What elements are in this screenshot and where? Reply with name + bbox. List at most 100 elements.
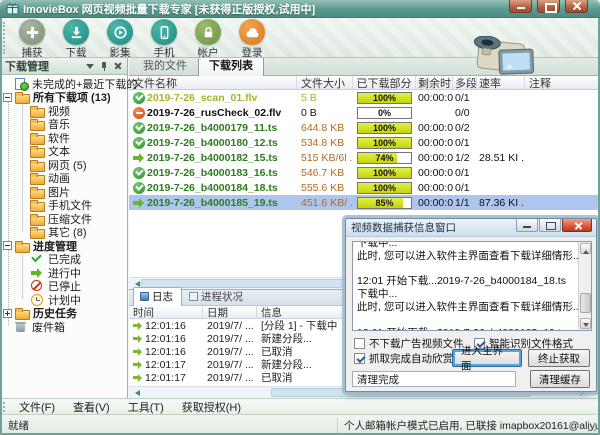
login-button[interactable]: 登录: [230, 18, 274, 58]
close-panel-button[interactable]: [112, 60, 124, 72]
table-row[interactable]: 2019-7-26_b4000182_15.ts 515 KB/6l ... 7…: [129, 150, 600, 165]
plus-icon: [19, 19, 45, 45]
dialog-minimize-button[interactable]: [516, 219, 538, 232]
table-row[interactable]: 2019-7-26_b4000183_16.ts 546.7 KB 100% 0…: [129, 165, 600, 180]
column-header-remaining[interactable]: 剩余时间: [416, 76, 453, 89]
sidebar-download-manager: 下载管理 未完成的+最近下载的 所有下载项 (13) 视频 音乐 软件 文本 网…: [0, 58, 128, 398]
scroll-up-icon[interactable]: [580, 243, 591, 254]
status-downloading-icon: [133, 152, 145, 164]
folder-icon: [30, 172, 44, 184]
dialog-close-button[interactable]: [562, 219, 592, 232]
pin-button[interactable]: [98, 60, 110, 72]
menu-file[interactable]: 文件(F): [10, 399, 64, 415]
collapse-expander[interactable]: [3, 93, 12, 102]
checkbox-auto-play[interactable]: 抓取完成自动欣赏: [354, 351, 453, 366]
album-button[interactable]: 影集: [98, 18, 142, 58]
enter-main-ui-button[interactable]: 进入主界面: [452, 349, 522, 367]
progress-bar: 85%: [357, 197, 412, 209]
toolbar: 捕获 下载 影集 手机 帐户 登录: [0, 18, 600, 58]
download-button[interactable]: 下载: [54, 18, 98, 58]
account-button[interactable]: 帐户: [186, 18, 230, 58]
arrow-right-icon: [30, 267, 44, 279]
column-header-note[interactable]: 注释: [525, 76, 600, 89]
expand-expander[interactable]: [3, 309, 12, 318]
dropdown-arrow-button[interactable]: [84, 60, 96, 72]
trash-icon: [14, 321, 28, 333]
dialog-vertical-scrollbar[interactable]: [578, 242, 591, 330]
scroll-down-icon[interactable]: [580, 318, 591, 329]
stop-capture-button[interactable]: 终止获取: [528, 349, 590, 367]
sidebar-item-recycle-bin[interactable]: 废件箱: [0, 320, 127, 334]
resize-grip[interactable]: [586, 421, 598, 433]
column-header-filename[interactable]: 文件名称: [129, 76, 297, 89]
folder-icon: [15, 307, 29, 319]
menu-get-license[interactable]: 获取授权(H): [173, 399, 250, 415]
recent-downloads-icon: [14, 78, 28, 90]
tab-log[interactable]: 日志: [133, 287, 182, 306]
clean-cache-button[interactable]: 清理缓存: [530, 370, 590, 388]
scrollbar-thumb[interactable]: [580, 293, 591, 313]
menu-grip: [3, 402, 5, 412]
menu-bar: 文件(F) 查看(V) 工具(T) 获取授权(H): [0, 398, 600, 414]
table-row[interactable]: 2019-7-26_scan_01.flv 5 B 100% 00:00:00 …: [129, 90, 600, 105]
folder-icon: [30, 132, 44, 144]
download-tree: 未完成的+最近下载的 所有下载项 (13) 视频 音乐 软件 文本 网页 (5)…: [0, 75, 127, 334]
status-info: 个人邮箱帐户模式已启用, 已联接 imapbox20161@aliyun.com…: [338, 418, 600, 433]
status-ready: 就绪: [0, 418, 338, 433]
table-row[interactable]: 2019-7-26_rusCheck_02.flv 0 B 0% 0/0: [129, 105, 600, 120]
table-row[interactable]: 2019-7-26_b4000180_12.ts 534.8 KB 100% 0…: [129, 135, 600, 150]
folder-icon: [30, 226, 44, 238]
checkbox-no-ads[interactable]: 不下载广告视频文件: [354, 336, 464, 351]
sidebar-title: 下载管理: [5, 58, 82, 74]
menu-view[interactable]: 查看(V): [64, 399, 119, 415]
tab-process-status[interactable]: 进程状况: [182, 287, 252, 305]
checkbox-checked-icon[interactable]: [354, 353, 365, 364]
log-icon: [140, 292, 149, 301]
dialog-maximize-button[interactable]: [539, 219, 561, 232]
table-row[interactable]: 2019-7-26_b4000179_11.ts 644.8 KB 100% 0…: [129, 120, 600, 135]
folder-icon: [15, 240, 29, 252]
dialog-log-lines: 下载中... 此时, 您可以进入软件主界面查看下载详细情形... 12:01 开…: [353, 241, 591, 331]
log-arrow-icon: [133, 373, 143, 383]
table-row-selected[interactable]: 2019-7-26_b4000185_19.ts 451.6 KB/ ... 8…: [129, 195, 600, 210]
column-header-rate[interactable]: 速率: [477, 76, 525, 89]
collapse-expander[interactable]: [3, 241, 12, 250]
close-button[interactable]: [565, 0, 588, 13]
window-border: [0, 16, 2, 435]
play-icon: [107, 19, 133, 45]
toolbar-grip[interactable]: [3, 22, 6, 54]
download-list: 2019-7-26_scan_01.flv 5 B 100% 00:00:00 …: [129, 90, 600, 210]
capture-button[interactable]: 捕获: [10, 18, 54, 58]
menu-tools[interactable]: 工具(T): [119, 399, 173, 415]
check-icon: [30, 253, 44, 265]
progress-bar: 100%: [357, 92, 412, 104]
table-row[interactable]: 2019-7-26_b4000184_18.ts 555.6 KB 100% 0…: [129, 180, 600, 195]
lock-icon: [195, 19, 221, 45]
checkbox-unchecked-icon[interactable]: [354, 338, 365, 349]
app-logo-icon: [6, 2, 19, 15]
column-header-segments[interactable]: 多段: [453, 76, 477, 89]
folder-icon: [15, 91, 29, 103]
column-header-filesize[interactable]: 文件大小: [297, 76, 353, 89]
title-bar: ImovieBox 网页视频批量下载专家 [未获得正版授权,试用中]: [0, 0, 600, 18]
maximize-button[interactable]: [537, 0, 560, 13]
column-header-downloaded[interactable]: 已下载部分: [353, 76, 416, 89]
table-header: 文件名称 文件大小 已下载部分 剩余时间 多段 速率 注释: [129, 76, 600, 90]
progress-bar: 100%: [357, 167, 412, 179]
dialog-title-bar: 视频数据捕获信息窗口: [346, 219, 596, 237]
log-column-date[interactable]: 日期: [203, 306, 257, 318]
camcorder-illustration: [452, 36, 548, 76]
status-ok-icon: [133, 182, 145, 194]
dialog-log-textarea[interactable]: 下载中... 此时, 您可以进入软件主界面查看下载详细情形... 12:01 开…: [352, 241, 592, 331]
status-stopped-icon: [133, 107, 145, 119]
cloud-icon: [239, 19, 265, 45]
log-column-time[interactable]: 时间: [129, 306, 203, 318]
folder-icon: [30, 199, 44, 211]
minimize-button[interactable]: [509, 0, 532, 13]
status-ok-icon: [133, 92, 145, 104]
stop-icon: [30, 280, 44, 292]
status-ok-icon: [133, 137, 145, 149]
log-arrow-icon: [133, 360, 143, 370]
phone-button[interactable]: 手机: [142, 18, 186, 58]
scroll-left-icon[interactable]: [129, 387, 141, 399]
